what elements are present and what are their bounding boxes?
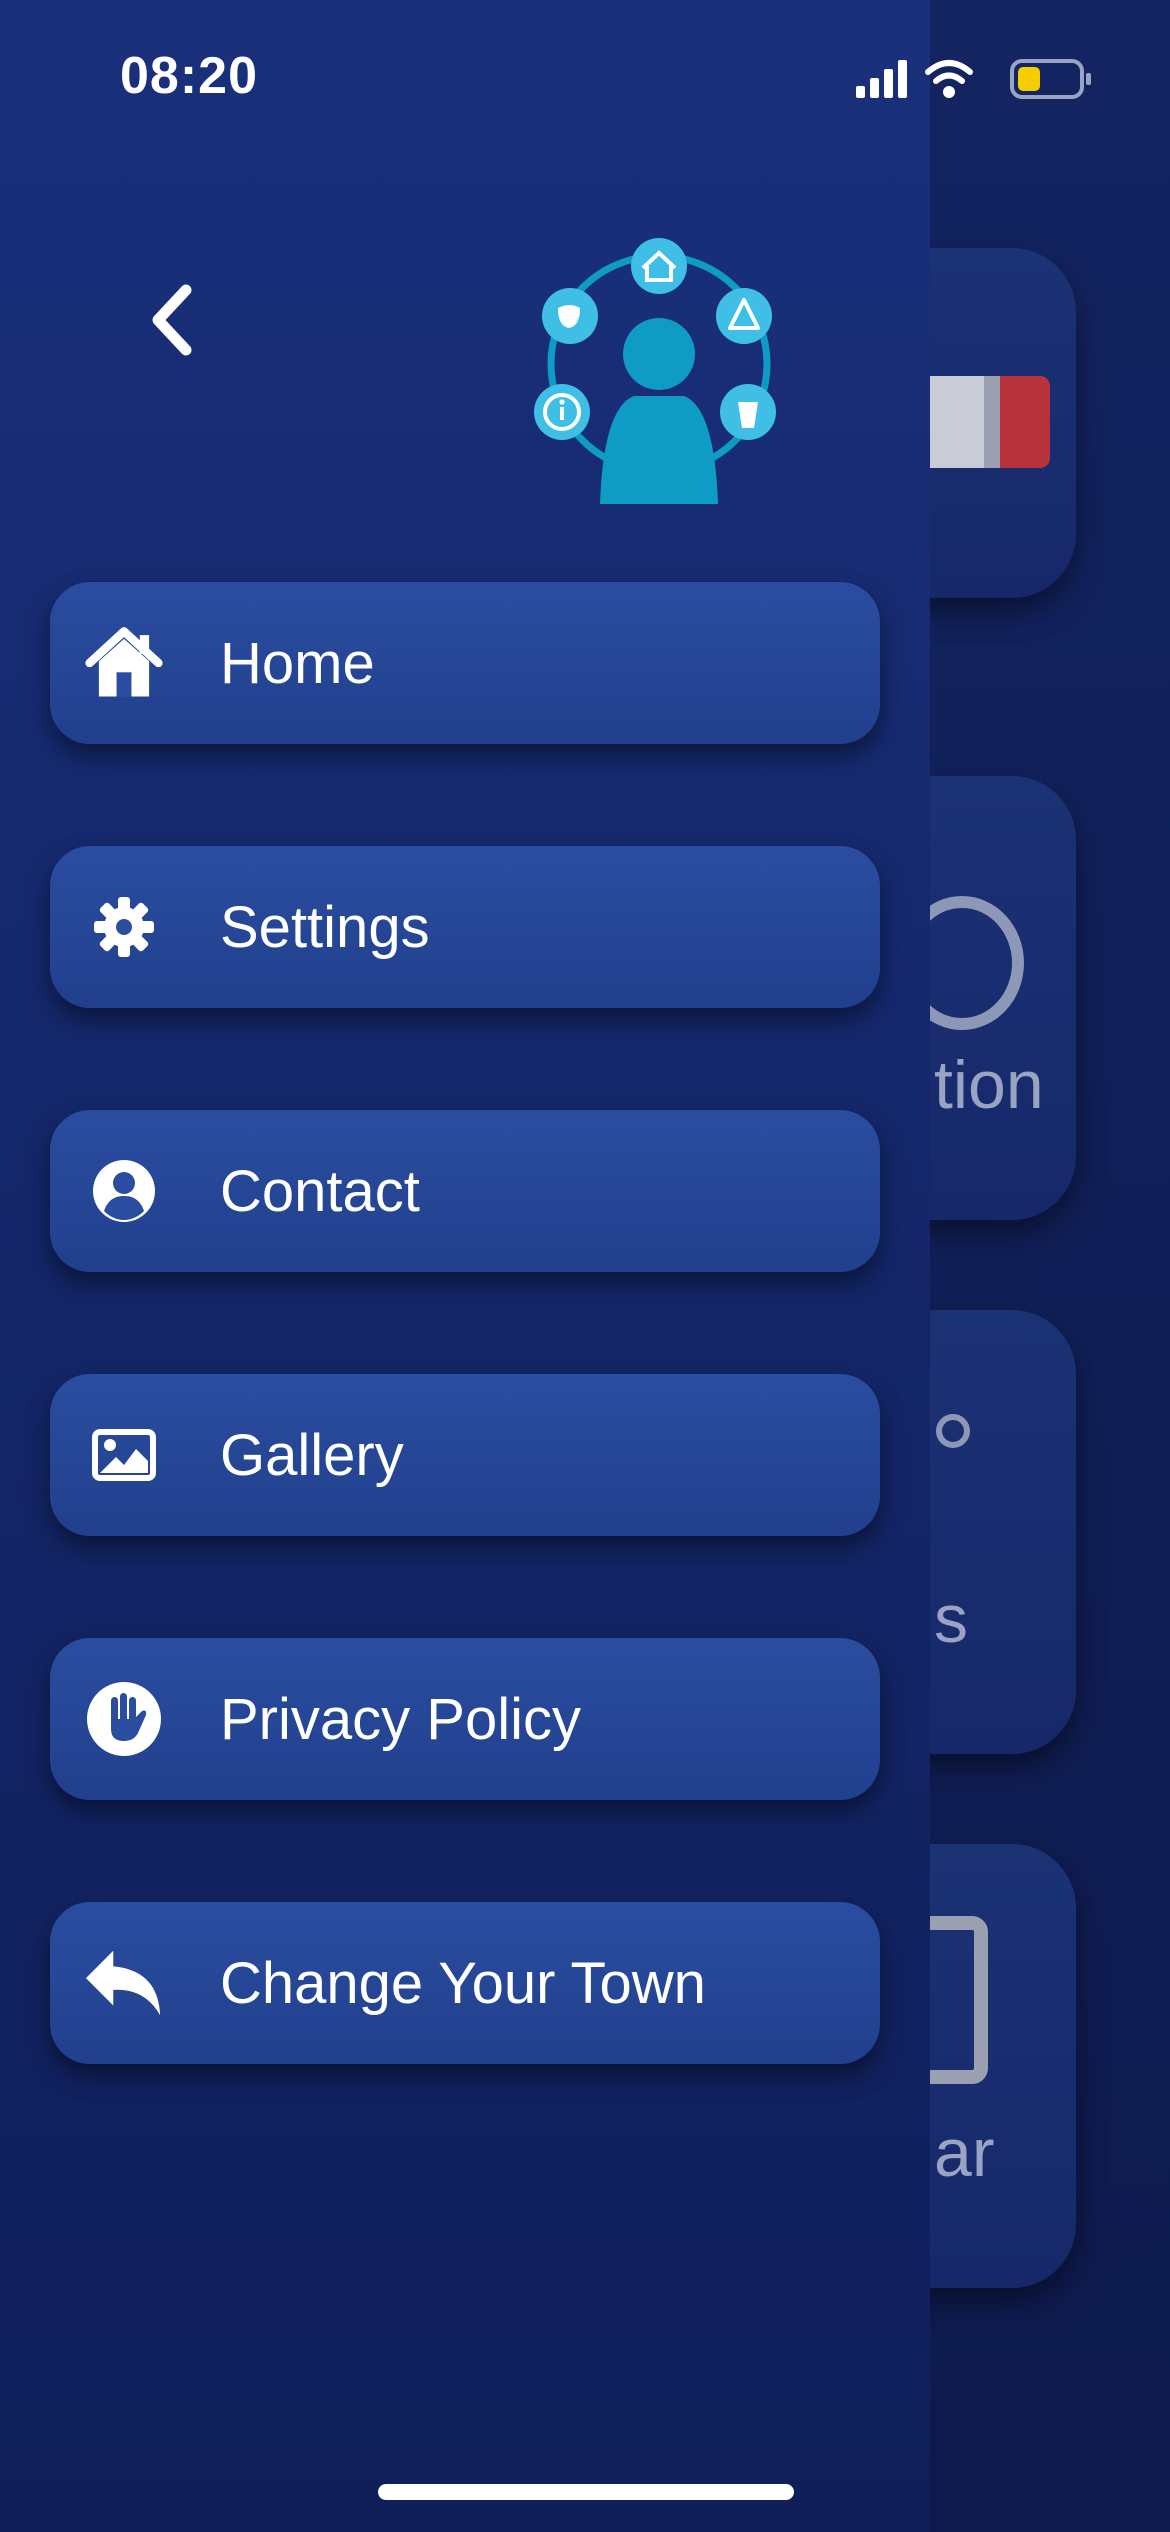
- background-card-label: ar: [934, 2115, 995, 2191]
- status-time: 08:20: [120, 47, 258, 105]
- menu-item-home[interactable]: Home: [50, 582, 880, 744]
- wifi-icon: [925, 60, 973, 84]
- menu-item-gallery[interactable]: Gallery: [50, 1374, 880, 1536]
- gear-icon: [84, 887, 164, 967]
- menu-item-privacy-policy[interactable]: Privacy Policy: [50, 1638, 880, 1800]
- menu-item-settings[interactable]: Settings: [50, 846, 880, 1008]
- menu-item-label: Gallery: [220, 1422, 404, 1488]
- reply-arrow-icon: [84, 1943, 164, 2023]
- menu-item-label: Privacy Policy: [220, 1686, 581, 1752]
- battery-icon: [1010, 59, 1091, 99]
- side-drawer: 08:20 Home Settings Contact Gallery Priv…: [0, 0, 930, 2532]
- menu-item-contact[interactable]: Contact: [50, 1110, 880, 1272]
- back-button[interactable]: [132, 270, 212, 370]
- chevron-left-icon: [152, 284, 192, 356]
- hand-stop-icon: [84, 1679, 164, 1759]
- image-icon: [84, 1415, 164, 1495]
- user-circle-icon: [84, 1151, 164, 1231]
- flag-icon: [930, 376, 1050, 468]
- signal-icon: [856, 60, 907, 98]
- background-card-label: s: [934, 1581, 968, 1657]
- town-services-person-icon: [534, 238, 776, 504]
- status-bar-icons: [856, 59, 1091, 99]
- background-card-label: tion: [934, 1047, 1044, 1123]
- home-indicator[interactable]: [378, 2484, 794, 2500]
- menu-item-label: Change Your Town: [220, 1950, 706, 2016]
- home-icon: [84, 623, 164, 703]
- menu-item-label: Settings: [220, 894, 430, 960]
- menu-item-label: Contact: [220, 1158, 420, 1224]
- menu-item-change-your-town[interactable]: Change Your Town: [50, 1902, 880, 2064]
- menu-item-label: Home: [220, 630, 375, 696]
- card-3-icon: [936, 1414, 970, 1448]
